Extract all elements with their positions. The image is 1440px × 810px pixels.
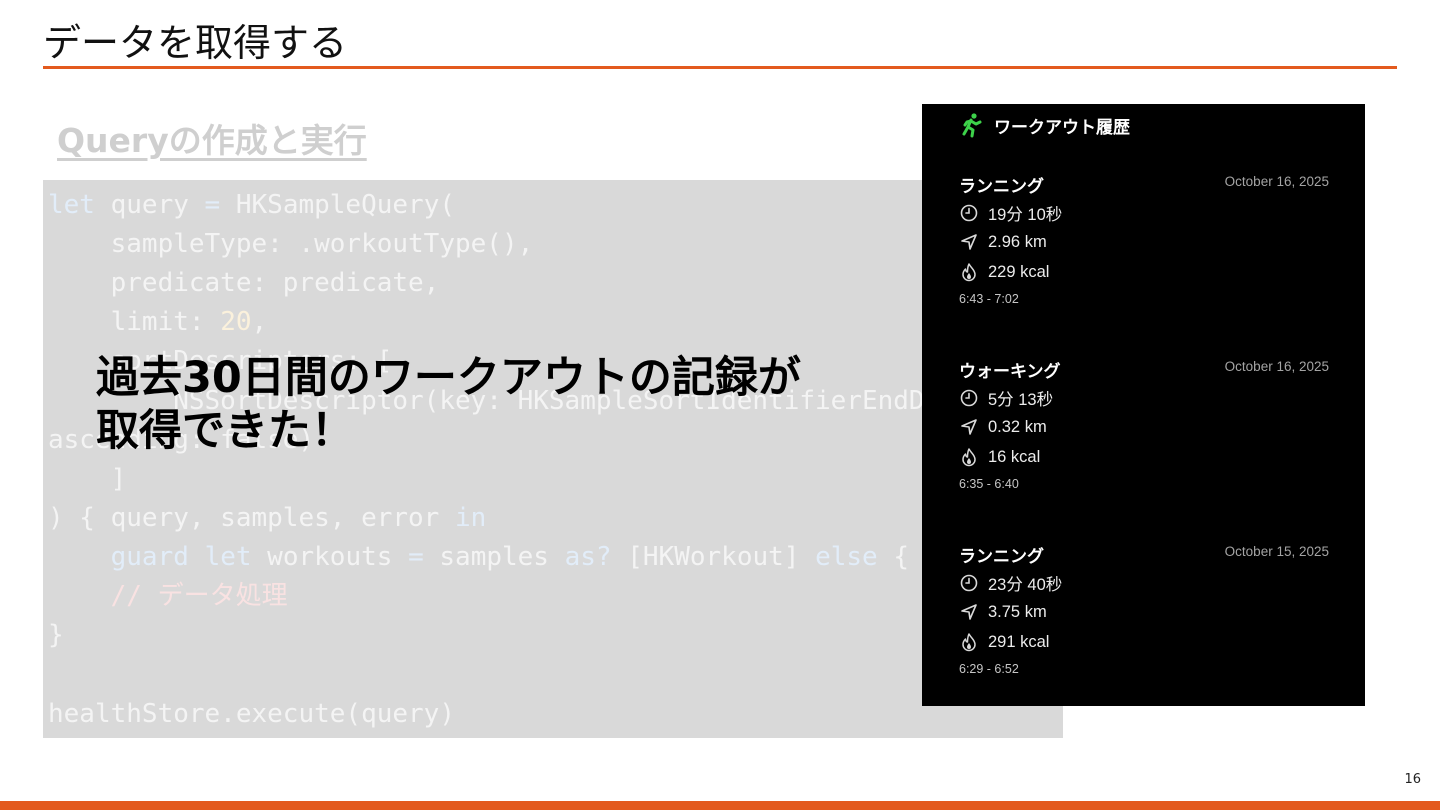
calories-value: 229 kcal <box>988 262 1050 281</box>
code-token-keyword: else <box>815 542 878 572</box>
code-token-keyword: as? <box>564 542 612 572</box>
distance-stat: 3.75 km <box>959 601 1047 623</box>
code-line: guard let workouts = samples as? [HKWork… <box>48 538 909 577</box>
code-line: let query = HKSampleQuery( <box>48 186 455 225</box>
location-arrow-icon <box>961 234 977 250</box>
workout-card[interactable]: ウォーキング October 16, 2025 5分 13秒 0.32 km 1… <box>959 357 1329 497</box>
code-token: query <box>94 190 205 220</box>
code-token-keyword: let <box>204 542 252 572</box>
code-line: healthStore.execute(query) <box>48 699 455 729</box>
code-token-operator: = <box>408 542 424 572</box>
code-token: ) { query, samples, error <box>48 503 455 533</box>
code-line: sampleType: .workoutType(), <box>48 229 534 259</box>
page-number: 16 <box>1404 772 1421 787</box>
code-line: predicate: predicate, <box>48 268 440 298</box>
workout-card[interactable]: ランニング October 15, 2025 23分 40秒 3.75 km 2… <box>959 542 1329 682</box>
overlay-caption-line: 過去30日間のワークアウトの記録が <box>96 353 801 403</box>
duration-value: 19分 10秒 <box>988 206 1063 224</box>
slide-title: データを取得する <box>43 21 348 65</box>
flame-icon <box>962 633 976 652</box>
code-block: let query = HKSampleQuery( sampleType: .… <box>43 180 1063 738</box>
distance-stat: 0.32 km <box>959 416 1047 438</box>
duration-value: 23分 40秒 <box>988 576 1063 594</box>
workout-date: October 16, 2025 <box>1224 174 1329 189</box>
workout-name: ウォーキング <box>959 362 1061 381</box>
code-token-keyword: in <box>455 503 487 533</box>
distance-stat: 2.96 km <box>959 231 1047 253</box>
clock-icon <box>960 204 978 222</box>
code-comment: // データ処理 <box>48 581 288 611</box>
clock-icon <box>960 389 978 407</box>
code-token: [HKWorkout] <box>611 542 816 572</box>
footer-bar <box>0 801 1440 810</box>
section-heading: Queryの作成と実行 <box>57 121 367 160</box>
clock-icon <box>960 574 978 592</box>
calories-stat: 229 kcal <box>959 261 1049 283</box>
duration-value: 5分 13秒 <box>988 391 1054 409</box>
distance-value: 0.32 km <box>988 417 1047 436</box>
code-line: ) { query, samples, error in <box>48 499 486 538</box>
time-range: 6:29 - 6:52 <box>959 662 1019 676</box>
code-token-operator: = <box>204 190 221 220</box>
duration-stat: 19分 10秒 <box>959 202 1062 224</box>
flame-icon <box>962 448 976 467</box>
app-title: ワークアウト履歴 <box>994 117 1130 137</box>
title-divider <box>43 66 1397 69</box>
location-arrow-icon <box>961 604 977 620</box>
flame-icon <box>962 263 976 282</box>
code-token-number: 20 <box>220 307 252 337</box>
code-token: workouts <box>251 542 409 572</box>
overlay-caption-line: 取得できた！ <box>96 406 354 456</box>
calories-value: 291 kcal <box>988 632 1050 651</box>
duration-stat: 5分 13秒 <box>959 387 1053 409</box>
overlay-caption: 過去30日間のワークアウトの記録が 取得できた！ <box>96 352 801 458</box>
workout-history-screenshot: ワークアウト履歴 ランニング October 16, 2025 19分 10秒 … <box>922 104 1365 706</box>
calories-stat: 16 kcal <box>959 446 1040 468</box>
workout-date: October 15, 2025 <box>1224 544 1329 559</box>
code-line: limit: 20, <box>48 303 268 342</box>
workout-date: October 16, 2025 <box>1224 359 1329 374</box>
code-token: , <box>251 307 268 337</box>
code-token: samples <box>423 542 565 572</box>
code-line: } <box>48 620 64 650</box>
workout-card[interactable]: ランニング October 16, 2025 19分 10秒 2.96 km 2… <box>959 172 1329 312</box>
workout-name: ランニング <box>959 547 1044 566</box>
duration-stat: 23分 40秒 <box>959 572 1062 594</box>
code-line: ] <box>48 464 127 494</box>
running-figure-icon <box>960 112 984 138</box>
app-header: ワークアウト履歴 <box>960 112 1130 138</box>
code-token: HKSampleQuery( <box>220 190 456 220</box>
workout-name: ランニング <box>959 177 1044 196</box>
time-range: 6:35 - 6:40 <box>959 477 1019 491</box>
location-arrow-icon <box>961 419 977 435</box>
code-token-keyword: let <box>48 190 95 220</box>
calories-value: 16 kcal <box>988 447 1041 466</box>
code-token: limit: <box>48 307 221 337</box>
distance-value: 2.96 km <box>988 232 1047 251</box>
time-range: 6:43 - 7:02 <box>959 292 1019 306</box>
calories-stat: 291 kcal <box>959 631 1049 653</box>
code-token: { <box>877 542 910 572</box>
code-token-keyword: guard <box>110 542 189 572</box>
distance-value: 3.75 km <box>988 602 1047 621</box>
